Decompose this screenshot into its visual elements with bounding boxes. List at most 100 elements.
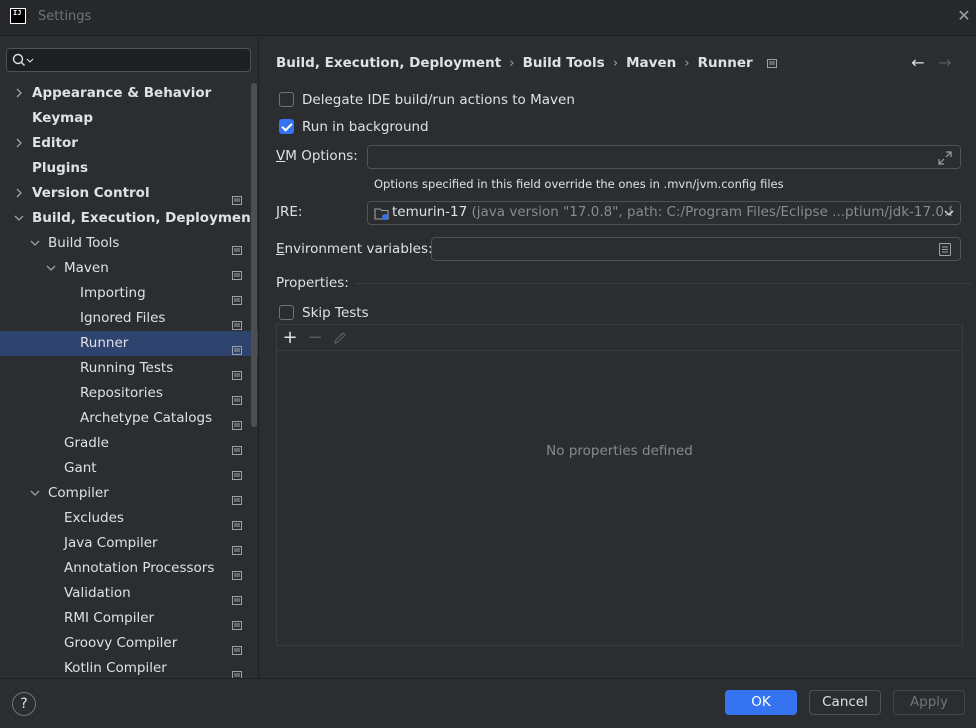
- run-in-background-label: Run in background: [302, 119, 429, 135]
- sidebar-item-label: Plugins: [32, 160, 89, 176]
- sidebar-item-maven[interactable]: Maven: [0, 256, 258, 281]
- sidebar-item-label: Excludes: [64, 510, 124, 526]
- run-in-background-checkbox[interactable]: [279, 119, 294, 134]
- properties-separator: [355, 283, 971, 284]
- sidebar-item-build-tools[interactable]: Build Tools: [0, 231, 258, 256]
- ok-button[interactable]: OK: [725, 690, 797, 715]
- project-settings-icon: [232, 489, 242, 505]
- close-icon[interactable]: ✕: [954, 6, 974, 26]
- project-settings-icon: [232, 439, 242, 455]
- project-settings-icon: [232, 539, 242, 555]
- sidebar-item-appearance-behavior[interactable]: Appearance & Behavior: [0, 81, 258, 106]
- edit-variables-icon[interactable]: [939, 243, 951, 256]
- sidebar-item-gant[interactable]: Gant: [0, 456, 258, 481]
- environment-variables-label: Environment variables:: [276, 241, 433, 257]
- project-settings-icon: [232, 564, 242, 580]
- project-settings-icon: [232, 514, 242, 530]
- sidebar-item-archetype-catalogs[interactable]: Archetype Catalogs: [0, 406, 258, 431]
- sidebar-item-plugins[interactable]: Plugins: [0, 156, 258, 181]
- sidebar-item-runner[interactable]: Runner: [0, 331, 258, 356]
- sidebar-item-validation[interactable]: Validation: [0, 581, 258, 606]
- project-settings-icon: [232, 289, 242, 305]
- apply-button[interactable]: Apply: [893, 690, 965, 715]
- help-button[interactable]: ?: [12, 692, 36, 716]
- skip-tests-checkbox[interactable]: [279, 305, 294, 320]
- breadcrumb-item[interactable]: Build, Execution, Deployment: [276, 53, 501, 73]
- project-settings-icon: [232, 189, 242, 205]
- jre-dropdown[interactable]: temurin-17 (java version "17.0.8", path:…: [367, 201, 961, 225]
- sidebar-item-gradle[interactable]: Gradle: [0, 431, 258, 456]
- jdk-folder-icon: [374, 208, 389, 220]
- sidebar-item-kotlin-compiler[interactable]: Kotlin Compiler: [0, 656, 258, 678]
- project-settings-icon: [232, 239, 242, 255]
- sidebar-item-build-execution-deployment[interactable]: Build, Execution, Deployment: [0, 206, 258, 231]
- chevron-right-icon: ›: [509, 55, 515, 71]
- sidebar-item-keymap[interactable]: Keymap: [0, 106, 258, 131]
- window-title: Settings: [38, 9, 92, 24]
- sidebar-item-label: Archetype Catalogs: [80, 410, 213, 426]
- vm-options-field[interactable]: [367, 145, 961, 169]
- chevron-down-icon[interactable]: [44, 256, 58, 281]
- search-input[interactable]: [37, 51, 247, 69]
- chevron-down-icon[interactable]: [28, 231, 42, 256]
- sidebar-item-compiler[interactable]: Compiler: [0, 481, 258, 506]
- expand-icon[interactable]: [938, 151, 952, 165]
- sidebar-item-running-tests[interactable]: Running Tests: [0, 356, 258, 381]
- intellij-logo-icon: IJ: [10, 8, 26, 24]
- sidebar-item-label: Validation: [64, 585, 131, 601]
- project-settings-icon: [232, 339, 242, 355]
- sidebar-item-label: Ignored Files: [80, 310, 166, 326]
- chevron-down-icon: [944, 210, 954, 216]
- chevron-right-icon[interactable]: [12, 81, 26, 106]
- title-bar: IJ Settings ✕: [0, 0, 976, 36]
- add-icon[interactable]: +: [280, 328, 300, 348]
- sidebar-item-ignored-files[interactable]: Ignored Files: [0, 306, 258, 331]
- chevron-down-icon[interactable]: [12, 206, 26, 231]
- properties-label: Properties:: [276, 275, 349, 291]
- project-settings-icon: [232, 464, 242, 480]
- sidebar-item-label: Appearance & Behavior: [32, 85, 212, 101]
- search-field[interactable]: [6, 48, 251, 72]
- sidebar-item-label: Editor: [32, 135, 78, 151]
- project-settings-icon: [232, 589, 242, 605]
- sidebar-item-groovy-compiler[interactable]: Groovy Compiler: [0, 631, 258, 656]
- delegate-checkbox[interactable]: [279, 92, 294, 107]
- project-settings-icon: [232, 664, 242, 678]
- skip-tests-label: Skip Tests: [302, 305, 369, 321]
- jre-name: temurin-17: [392, 204, 468, 220]
- sidebar-item-annotation-processors[interactable]: Annotation Processors: [0, 556, 258, 581]
- sidebar-item-label: Keymap: [32, 110, 94, 126]
- chevron-down-icon[interactable]: [28, 481, 42, 506]
- sidebar-scrollbar[interactable]: [251, 83, 257, 427]
- sidebar-item-label: Repositories: [80, 385, 163, 401]
- sidebar-item-label: Runner: [80, 335, 129, 351]
- breadcrumb-item[interactable]: Build Tools: [523, 53, 605, 73]
- sidebar-item-label: Gradle: [64, 435, 109, 451]
- sidebar-item-importing[interactable]: Importing: [0, 281, 258, 306]
- breadcrumb-item: Runner: [697, 55, 753, 71]
- forward-arrow-icon[interactable]: →: [935, 53, 955, 73]
- environment-variables-field[interactable]: [431, 237, 961, 261]
- vm-options-label: VM Options:: [276, 148, 358, 164]
- back-arrow-icon[interactable]: ←: [908, 53, 928, 73]
- project-settings-icon: [232, 264, 242, 280]
- edit-icon[interactable]: [333, 331, 347, 345]
- sidebar-item-version-control[interactable]: Version Control: [0, 181, 258, 206]
- project-settings-icon: [232, 614, 242, 630]
- sidebar-item-label: Importing: [80, 285, 146, 301]
- chevron-right-icon[interactable]: [12, 181, 26, 206]
- remove-icon[interactable]: −: [305, 328, 325, 348]
- sidebar-item-rmi-compiler[interactable]: RMI Compiler: [0, 606, 258, 631]
- sidebar-item-label: Build, Execution, Deployment: [32, 210, 258, 226]
- sidebar-item-java-compiler[interactable]: Java Compiler: [0, 531, 258, 556]
- sidebar-item-repositories[interactable]: Repositories: [0, 381, 258, 406]
- sidebar-item-label: Running Tests: [80, 360, 174, 376]
- jre-label: JRE:: [276, 204, 303, 220]
- search-icon: [12, 53, 34, 66]
- sidebar-item-editor[interactable]: Editor: [0, 131, 258, 156]
- breadcrumb-item[interactable]: Maven: [626, 53, 676, 73]
- sidebar-item-excludes[interactable]: Excludes: [0, 506, 258, 531]
- empty-properties-text: No properties defined: [546, 443, 693, 459]
- cancel-button[interactable]: Cancel: [809, 690, 881, 715]
- chevron-right-icon[interactable]: [12, 131, 26, 156]
